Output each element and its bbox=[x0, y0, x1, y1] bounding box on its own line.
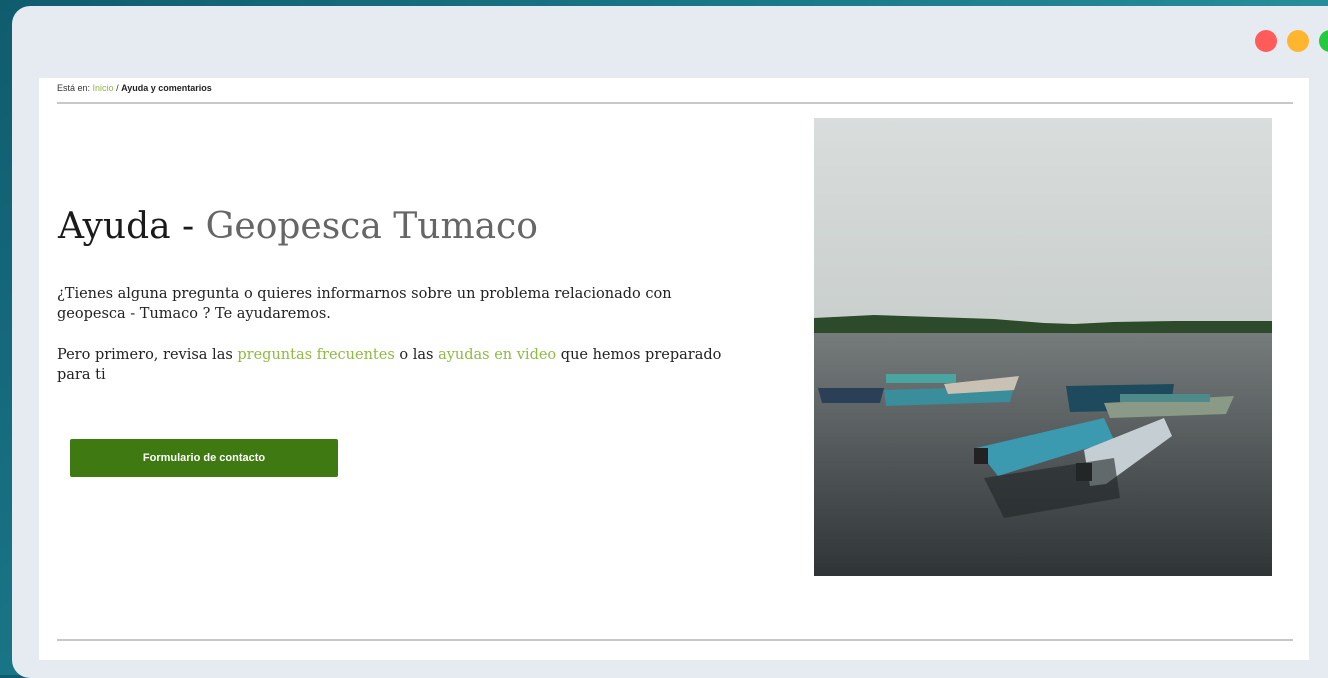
window-controls bbox=[1255, 30, 1328, 52]
page-content: Está en: Inicio / Ayuda y comentarios Ay… bbox=[39, 78, 1309, 660]
title-site-name: Geopesca Tumaco bbox=[205, 206, 538, 247]
breadcrumb: Está en: Inicio / Ayuda y comentarios bbox=[57, 83, 212, 93]
page-title: Ayuda - Geopesca Tumaco bbox=[58, 206, 538, 247]
video-help-link[interactable]: ayudas en video bbox=[438, 347, 556, 363]
maximize-window-icon[interactable] bbox=[1319, 30, 1328, 52]
boats-photo bbox=[814, 118, 1272, 576]
photo-sky bbox=[814, 118, 1272, 333]
close-window-icon[interactable] bbox=[1255, 30, 1277, 52]
bottom-divider bbox=[57, 639, 1293, 641]
faq-link[interactable]: preguntas frecuentes bbox=[237, 347, 394, 363]
intro-paragraph: ¿Tienes alguna pregunta o quieres inform… bbox=[57, 286, 672, 322]
breadcrumb-prefix: Está en: bbox=[57, 83, 91, 93]
title-prefix: Ayuda - bbox=[58, 206, 206, 247]
breadcrumb-separator: / bbox=[116, 83, 119, 93]
help-paragraph: Pero primero, revisa las preguntas frecu… bbox=[57, 345, 737, 385]
minimize-window-icon[interactable] bbox=[1287, 30, 1309, 52]
contact-form-button[interactable]: Formulario de contacto bbox=[70, 439, 338, 477]
breadcrumb-current: Ayuda y comentarios bbox=[121, 83, 212, 93]
top-divider bbox=[57, 102, 1293, 104]
breadcrumb-home-link[interactable]: Inicio bbox=[93, 83, 114, 93]
help-text-start: Pero primero, revisa las bbox=[57, 347, 238, 363]
help-text-mid: o las bbox=[394, 347, 439, 363]
